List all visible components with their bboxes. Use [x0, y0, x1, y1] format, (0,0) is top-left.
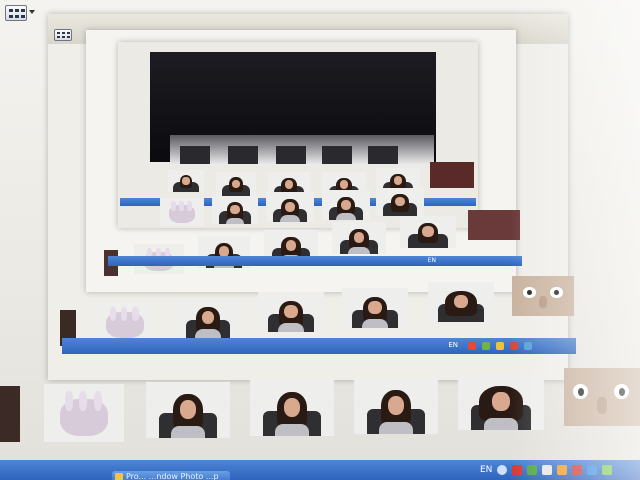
taskbar-level-2: EN	[108, 256, 522, 266]
photo-thumbnail[interactable]	[400, 216, 456, 248]
photo-thumbnail[interactable]	[276, 146, 306, 164]
photo-viewer-icon	[115, 473, 123, 480]
photo-thumbnail[interactable]	[160, 198, 204, 226]
photo-thumbnail[interactable]	[0, 386, 20, 442]
photo-thumbnail[interactable]	[322, 190, 370, 220]
network-icon[interactable]	[527, 465, 537, 475]
photo-thumbnail[interactable]	[216, 172, 256, 196]
photo-thumbnail[interactable]	[458, 374, 544, 430]
chat-icon[interactable]	[510, 342, 518, 350]
photo-thumbnail[interactable]	[228, 146, 258, 164]
photo-thumbnail[interactable]	[368, 146, 398, 164]
antivirus-icon[interactable]	[557, 465, 567, 475]
photo-thumbnail[interactable]	[342, 288, 408, 328]
photo-thumbnail[interactable]	[212, 196, 258, 224]
chat-icon[interactable]	[572, 465, 582, 475]
volume-icon[interactable]	[542, 465, 552, 475]
taskbar: EN	[0, 460, 640, 480]
photo-thumbnail[interactable]	[430, 162, 474, 188]
photo-thumbnail[interactable]	[428, 282, 494, 322]
antivirus-icon[interactable]	[496, 342, 504, 350]
photo-thumbnail[interactable]	[354, 378, 438, 434]
taskbar-window-button[interactable]: Pro... ...ndow Photo ...p	[112, 471, 230, 480]
photo-thumbnail[interactable]	[376, 188, 424, 216]
pdf-icon[interactable]	[468, 342, 476, 350]
photo-thumbnail[interactable]	[94, 302, 156, 342]
photo-thumbnail[interactable]	[468, 210, 520, 240]
pdf-icon[interactable]	[512, 465, 522, 475]
photo-thumbnail[interactable]	[332, 222, 386, 254]
photo-thumbnail[interactable]	[564, 368, 640, 426]
photo-thumbnail[interactable]	[146, 382, 230, 438]
photo-thumbnail[interactable]	[512, 276, 574, 316]
back-icon[interactable]	[497, 465, 507, 475]
taskbar-level-1: EN	[62, 338, 576, 354]
photo-thumbnail[interactable]	[44, 384, 124, 442]
shield-icon[interactable]	[587, 465, 597, 475]
thumbnails-view-icon[interactable]	[5, 5, 27, 21]
shield-icon[interactable]	[524, 342, 532, 350]
photo-thumbnail[interactable]	[266, 192, 314, 222]
thumbnails-view-icon[interactable]	[54, 29, 72, 41]
photo-thumbnail[interactable]	[258, 292, 324, 332]
network-icon[interactable]	[482, 342, 490, 350]
photo-thumbnail[interactable]	[322, 146, 352, 164]
photo-thumbnail[interactable]	[250, 380, 334, 436]
photo-thumbnail[interactable]	[180, 146, 210, 164]
screen-photo: EN EN EN Pro... ...ndow Photo ...p	[0, 0, 640, 480]
update-icon[interactable]	[602, 465, 612, 475]
photo-thumbnail[interactable]	[168, 170, 204, 192]
photo-thumbnail[interactable]	[176, 298, 240, 338]
chevron-down-icon[interactable]	[29, 10, 35, 14]
